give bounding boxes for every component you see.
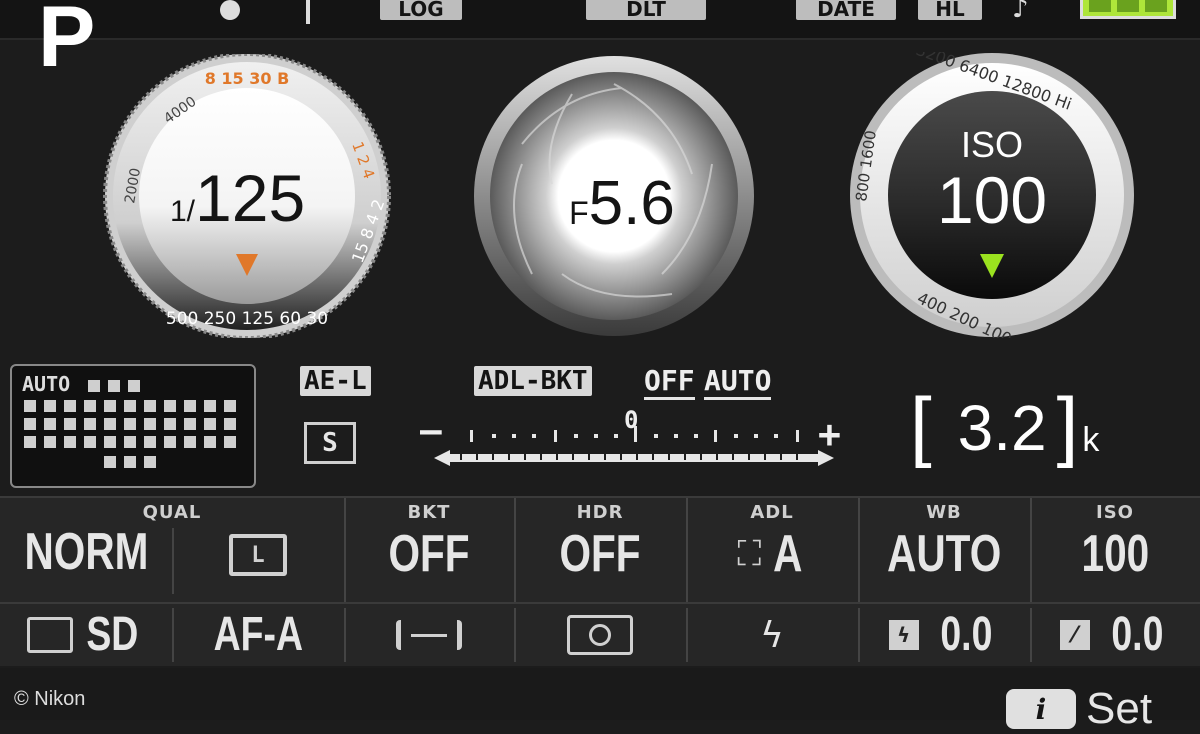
svg-text:500 250 125 60 30: 500 250 125 60 30 [166,309,328,329]
image-quality-value: NORM [24,523,148,581]
adl-value-group: ⛶ A [737,526,806,582]
adl-icon: ⛶ [737,534,762,574]
af-mode-value: AF-A [213,608,303,661]
ae-lock-badge: AE-L [300,366,371,396]
iso-label: ISO [960,124,1023,165]
picture-control-value: SD [85,608,139,661]
iso-value: 100 [936,163,1048,237]
aperture-prefix: F [569,195,589,231]
shots-remaining: [ 3.2 ] k [910,386,1099,464]
picture-control-icon [26,617,73,653]
wb-value: AUTO [886,525,1002,583]
image-size-setting[interactable]: L [172,528,344,576]
date-badge: DATE [796,0,896,21]
bracket-open: [ [910,381,932,469]
wb-header: WB [926,502,962,523]
battery-icon [1080,0,1176,19]
aperture-value: 5.6 [588,169,675,238]
s-badge: S [304,422,356,464]
af-area-display[interactable]: AUTO [10,364,256,488]
aperture-dial[interactable]: F 5.6 [472,54,756,338]
adl-value: A [773,525,803,583]
adl-auto-option[interactable]: AUTO [704,364,772,400]
i-button-icon: i [1006,689,1076,729]
exposure-comp-icon: ⁄ [1059,620,1090,650]
adl-bkt-badge: ADL-BKT [474,366,592,396]
quality-header: QUAL [142,502,202,523]
bkt-setting[interactable]: BKT OFF [344,498,514,582]
settings-row-1: QUAL NORM L BKT OFF HDR OFF ADL ⛶ A WB A… [0,496,1200,604]
divider-icon [306,0,310,24]
bkt-value: OFF [388,525,470,583]
iso-setting[interactable]: ISO 100 [1030,498,1200,582]
af-points-grid-icon [24,380,236,468]
shots-value: 3.2 [957,392,1047,464]
log-badge: LOG [380,0,462,21]
set-label: Set [1086,684,1153,733]
shutter-readout: 1/ 125 [170,160,370,236]
iso-header: ISO [1096,502,1134,523]
shutter-value: 125 [195,161,306,235]
flash-comp-icon: ϟ [888,620,919,650]
iso-dial[interactable]: 3200 6400 12800 Hi 800 1600 400 200 100 … [846,40,1138,349]
hdr-value: OFF [559,525,641,583]
adl-off-option[interactable]: OFF [644,364,695,400]
flash-icon: ϟ [760,614,784,656]
shooting-mode: P [38,0,96,85]
settings-row-2: SD AF-A ϟ ϟ 0.0 ⁄ 0.0 [0,604,1200,666]
shutter-speed-dial[interactable]: 8 15 30 B 4000 1 2 4 2000 500 250 125 60… [100,52,394,340]
image-size-icon: L [229,534,287,576]
image-size-label: L [251,542,265,568]
hdr-setting[interactable]: HDR OFF [514,498,686,582]
af-area-mode-setting[interactable] [344,604,514,666]
aperture-readout: F 5.6 [552,168,692,239]
exposure-comp-value: 0.0 [1110,608,1164,661]
bracket-close: ] [1056,381,1079,469]
metering-setting[interactable] [514,604,686,666]
flash-comp-value: 0.0 [939,608,993,661]
picture-control-setting[interactable]: SD [0,604,172,666]
flash-mode-setting[interactable]: ϟ [686,604,858,666]
shutter-prefix: 1/ [170,195,196,228]
copyright-text: © Nikon [14,688,86,710]
iso-setting-value: 100 [1081,525,1149,583]
metering-icon [567,615,633,655]
shots-unit: k [1082,421,1100,459]
hdr-header: HDR [576,502,624,523]
bkt-header: BKT [407,502,451,523]
adl-setting[interactable]: ADL ⛶ A [686,498,858,582]
exposure-comp-setting[interactable]: ⁄ 0.0 [1030,604,1200,666]
af-area-mode-icon [396,620,462,650]
exposure-scale-icon [434,426,834,466]
music-note-icon: ♪ [1012,0,1029,24]
adl-header: ADL [750,502,794,523]
flash-comp-setting[interactable]: ϟ 0.0 [858,604,1030,666]
dlt-badge: DLT [586,0,706,21]
wb-setting[interactable]: WB AUTO [858,498,1030,582]
svg-text:8 15 30 B: 8 15 30 B [205,69,290,88]
i-set-button[interactable]: i Set [1006,684,1152,734]
record-dot-icon [220,0,240,20]
image-quality-setting[interactable]: NORM [0,524,172,580]
hl-badge: HL [918,0,982,21]
status-bar: LOG DLT DATE HL ♪ [0,0,1200,40]
af-mode-setting[interactable]: AF-A [172,604,344,666]
quality-cell[interactable]: QUAL [0,498,344,526]
